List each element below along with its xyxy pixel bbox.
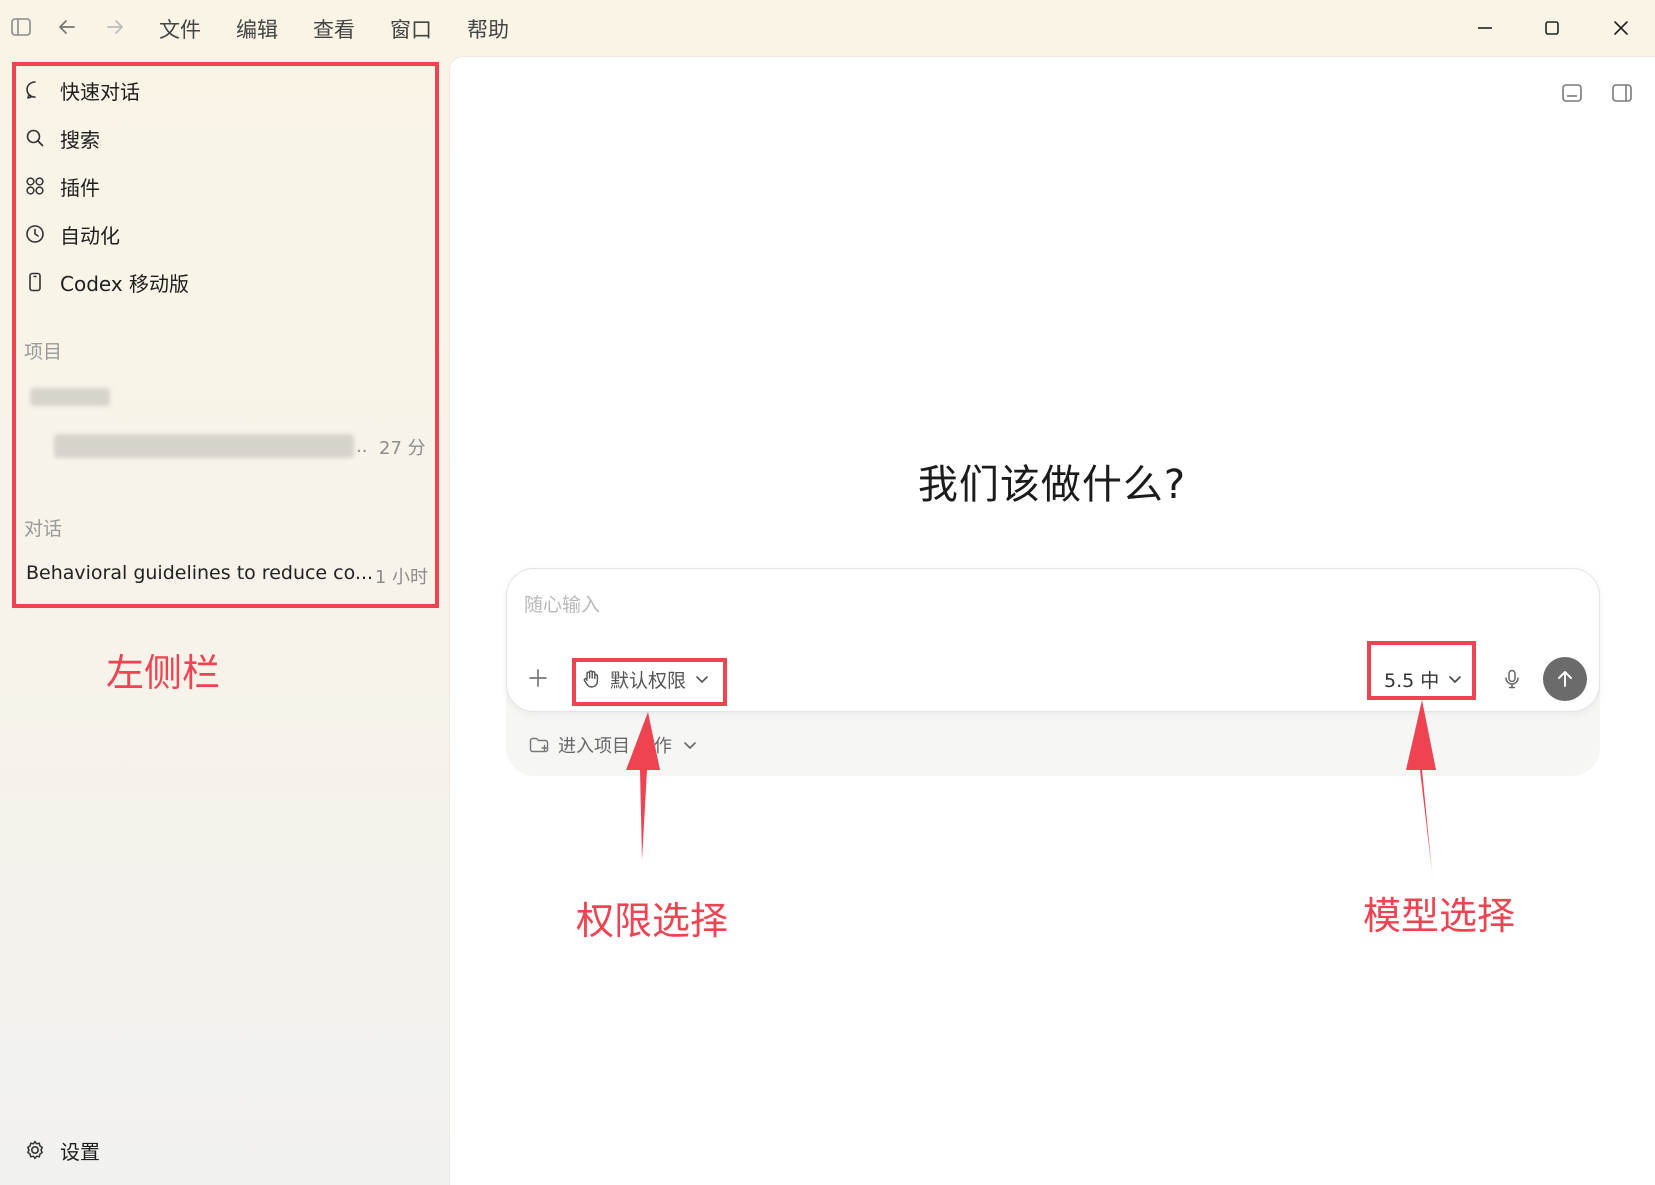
permission-annotation-label: 权限选择 [576, 899, 729, 943]
model-annotation-label: 模型选择 [1363, 894, 1516, 938]
model-arrow [1406, 700, 1436, 872]
permission-arrow [626, 712, 660, 860]
annotation-arrows [626, 700, 1436, 872]
